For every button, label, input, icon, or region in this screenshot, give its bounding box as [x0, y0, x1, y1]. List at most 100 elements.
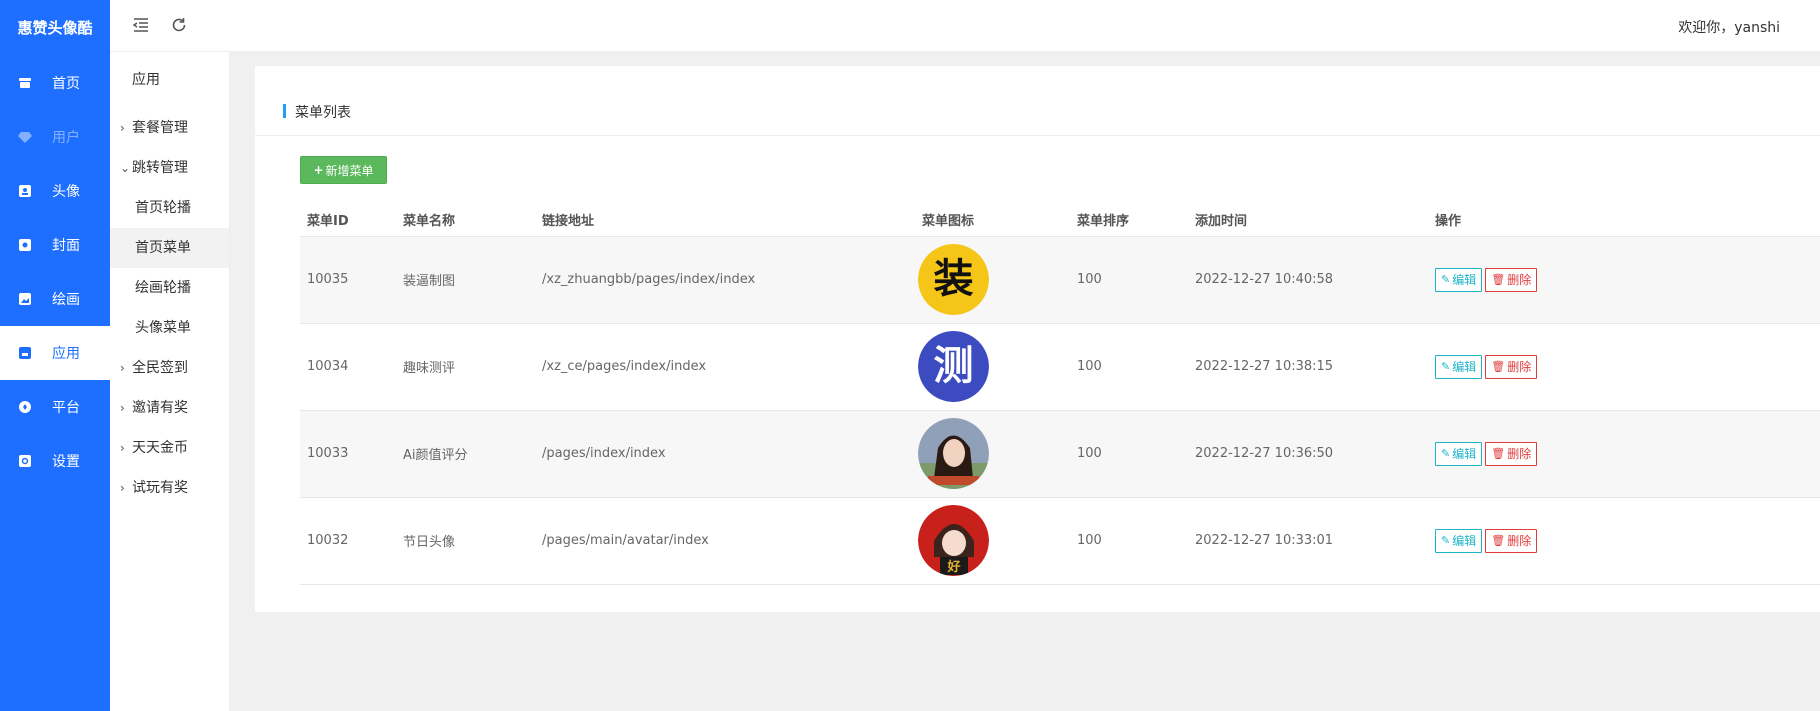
app-icon [18, 346, 32, 360]
icon-glyph: 好 [946, 559, 960, 575]
edit-button[interactable]: ✎ 编辑 [1435, 528, 1483, 553]
edit-button[interactable]: ✎ 编辑 [1435, 441, 1483, 466]
compass-icon [18, 400, 32, 414]
pencil-icon: ✎ [1441, 360, 1451, 373]
cell-actions: ✎ 编辑 🗑 删除 [1428, 410, 1820, 498]
nav-item-cover[interactable]: 封面 [0, 218, 110, 272]
delete-label: 删除 [1507, 360, 1532, 374]
nav-item-apps[interactable]: 应用 [0, 326, 110, 380]
cell-id: 10034 [300, 323, 396, 411]
cell-icon: 装 [915, 236, 1070, 324]
col-header: 操作 [1428, 203, 1820, 237]
menu-fold-icon[interactable] [132, 16, 152, 36]
subnav-group-redirect[interactable]: ⌄ 跳转管理 [110, 148, 229, 188]
cell-icon [915, 410, 1070, 498]
nav-item-users[interactable]: 用户 [0, 110, 110, 164]
nav-item-home[interactable]: 首页 [0, 56, 110, 110]
menu-icon-image: 测 [918, 331, 989, 402]
cell-sort: 100 [1070, 410, 1188, 498]
trash-icon: 🗑 [1491, 360, 1506, 373]
picture-icon [18, 292, 32, 306]
table-header-row: 菜单ID 菜单名称 链接地址 菜单图标 菜单排序 添加时间 操作 [300, 203, 1820, 237]
subnav-group-checkin[interactable]: › 全民签到 [110, 348, 229, 388]
table-row: 10032 节日头像 /pages/main/avatar/index 好 10… [300, 497, 1820, 585]
nav-label: 绘画 [52, 292, 80, 308]
nav-label: 应用 [52, 346, 80, 362]
nav-label: 设置 [52, 454, 80, 470]
cell-link: /xz_ce/pages/index/index [535, 323, 915, 411]
delete-button[interactable]: 🗑 删除 [1485, 354, 1538, 379]
chevron-right-icon: › [120, 121, 125, 135]
delete-button[interactable]: 🗑 删除 [1485, 267, 1538, 292]
subnav-group-package[interactable]: › 套餐管理 [110, 108, 229, 148]
pencil-icon: ✎ [1441, 534, 1451, 547]
delete-label: 删除 [1507, 534, 1532, 548]
brand-logo[interactable]: 惠赞头像酷 [0, 0, 110, 56]
title-accent-bar [283, 104, 286, 118]
nav-label: 用户 [52, 130, 80, 146]
subnav-item-home-carousel[interactable]: 首页轮播 [110, 188, 229, 228]
edit-label: 编辑 [1452, 447, 1477, 461]
subnav-group-label: 天天金币 [132, 440, 188, 456]
pencil-icon: ✎ [1441, 447, 1451, 460]
subnav-group-invite[interactable]: › 邀请有奖 [110, 388, 229, 428]
chevron-right-icon: › [120, 481, 125, 495]
subnav-item-paint-carousel[interactable]: 绘画轮播 [110, 268, 229, 308]
subnav-item-avatar-menu[interactable]: 头像菜单 [110, 308, 229, 348]
main-sidebar: 惠赞头像酷 首页 用户 头像 封面 绘画 应用 平台 设置 [0, 0, 110, 711]
delete-label: 删除 [1507, 447, 1532, 461]
subnav-group-label: 套餐管理 [132, 120, 188, 136]
nav-item-painting[interactable]: 绘画 [0, 272, 110, 326]
nav-label: 平台 [52, 400, 80, 416]
cell-actions: ✎ 编辑 🗑 删除 [1428, 323, 1820, 411]
col-header: 添加时间 [1188, 203, 1428, 237]
cell-sort: 100 [1070, 323, 1188, 411]
chevron-down-icon: ⌄ [120, 161, 131, 175]
icon-glyph: 测 [934, 343, 974, 389]
edit-label: 编辑 [1452, 534, 1477, 548]
settings-icon [18, 454, 32, 468]
cell-name: 装逼制图 [396, 236, 535, 324]
subnav-item-home-menu[interactable]: 首页菜单 [110, 228, 229, 268]
edit-label: 编辑 [1452, 360, 1477, 374]
subnav-title: 应用 [132, 72, 160, 88]
subnav-group-trial[interactable]: › 试玩有奖 [110, 468, 229, 508]
welcome-text[interactable]: 欢迎你，yanshi [1678, 17, 1780, 37]
cell-link: /xz_zhuangbb/pages/index/index [535, 236, 915, 324]
menu-icon-image [918, 418, 989, 489]
subnav-group-coins[interactable]: › 天天金币 [110, 428, 229, 468]
panel-header: 菜单列表 [255, 66, 1820, 136]
chevron-right-icon: › [120, 441, 125, 455]
diamond-icon [18, 130, 32, 144]
nav-item-avatar[interactable]: 头像 [0, 164, 110, 218]
pencil-icon: ✎ [1441, 273, 1451, 286]
table-row: 10035 装逼制图 /xz_zhuangbb/pages/index/inde… [300, 236, 1820, 324]
edit-button[interactable]: ✎ 编辑 [1435, 354, 1483, 379]
plus-icon: + [313, 163, 324, 177]
subnav-group-label: 试玩有奖 [132, 480, 188, 496]
cell-name: Ai颜值评分 [396, 410, 535, 498]
cell-id: 10033 [300, 410, 396, 498]
portrait-icon [18, 184, 32, 198]
col-header: 菜单ID [300, 203, 396, 237]
cell-time: 2022-12-27 10:40:58 [1188, 236, 1428, 324]
refresh-icon[interactable] [170, 16, 190, 36]
cell-icon: 测 [915, 323, 1070, 411]
table-row: 10034 趣味测评 /xz_ce/pages/index/index 测 10… [300, 323, 1820, 411]
delete-button[interactable]: 🗑 删除 [1485, 441, 1538, 466]
col-header: 菜单图标 [915, 203, 1070, 237]
menu-table: 菜单ID 菜单名称 链接地址 菜单图标 菜单排序 添加时间 操作 10035 装… [300, 203, 1820, 585]
cell-time: 2022-12-27 10:36:50 [1188, 410, 1428, 498]
cell-actions: ✎ 编辑 🗑 删除 [1428, 497, 1820, 585]
cell-link: /pages/main/avatar/index [535, 497, 915, 585]
delete-button[interactable]: 🗑 删除 [1485, 528, 1538, 553]
edit-label: 编辑 [1452, 273, 1477, 287]
add-menu-button[interactable]: + 新增菜单 [300, 156, 387, 184]
icon-glyph: 装 [934, 256, 974, 302]
cell-time: 2022-12-27 10:38:15 [1188, 323, 1428, 411]
edit-button[interactable]: ✎ 编辑 [1435, 267, 1483, 292]
subnav-group-label: 跳转管理 [132, 160, 188, 176]
nav-item-settings[interactable]: 设置 [0, 434, 110, 488]
nav-item-platform[interactable]: 平台 [0, 380, 110, 434]
nav-label: 封面 [52, 238, 80, 254]
